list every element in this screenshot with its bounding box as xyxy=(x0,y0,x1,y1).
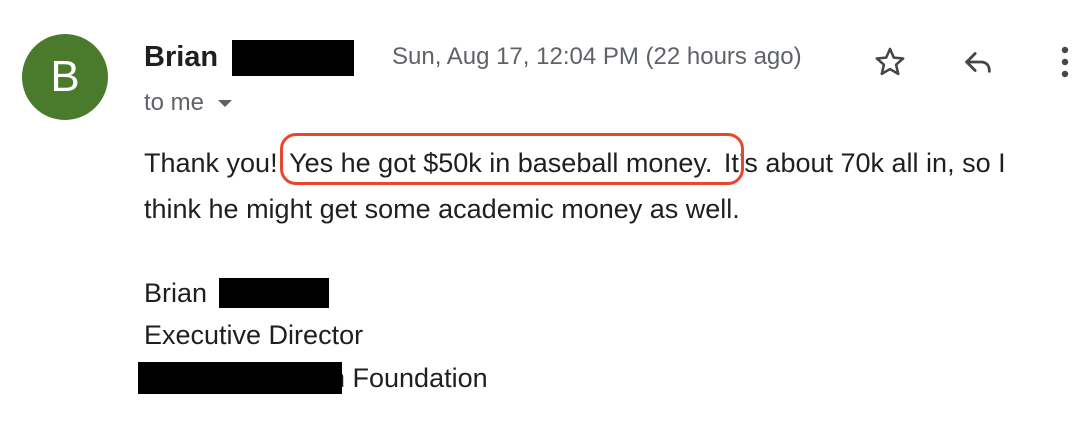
more-vert-icon xyxy=(1061,46,1069,78)
signature-title: Executive Director xyxy=(144,320,364,350)
email-message: B Brian Sun, Aug 17, 12:04 PM (22 hours … xyxy=(0,0,1092,426)
reply-icon xyxy=(965,52,991,73)
signature-name: Brian xyxy=(144,278,208,308)
body-text-continuation: It’s about 70k all in, so I xyxy=(723,148,1006,178)
recipient-details[interactable]: to me xyxy=(144,88,233,118)
highlight-annotation xyxy=(280,133,744,185)
avatar-letter: B xyxy=(50,52,80,101)
body-text-thanks: Thank you! xyxy=(144,148,278,178)
signature-organization: n Foundation xyxy=(330,363,488,393)
avatar[interactable]: B xyxy=(22,34,108,120)
reply-button[interactable] xyxy=(958,42,998,82)
redaction-signature-surname xyxy=(219,278,329,308)
body-line-2: think he might get some academic money a… xyxy=(144,194,740,224)
message-date: Sun, Aug 17, 12:04 PM (22 hours ago) xyxy=(392,43,802,70)
recipient-label: to me xyxy=(144,89,205,116)
star-button[interactable] xyxy=(870,42,910,82)
more-options-button[interactable] xyxy=(1050,40,1080,84)
redaction-sender-surname xyxy=(232,40,354,76)
star-icon xyxy=(875,47,905,76)
sender-name[interactable]: Brian xyxy=(144,40,218,74)
redaction-organization xyxy=(138,362,342,394)
chevron-down-icon xyxy=(218,99,233,107)
